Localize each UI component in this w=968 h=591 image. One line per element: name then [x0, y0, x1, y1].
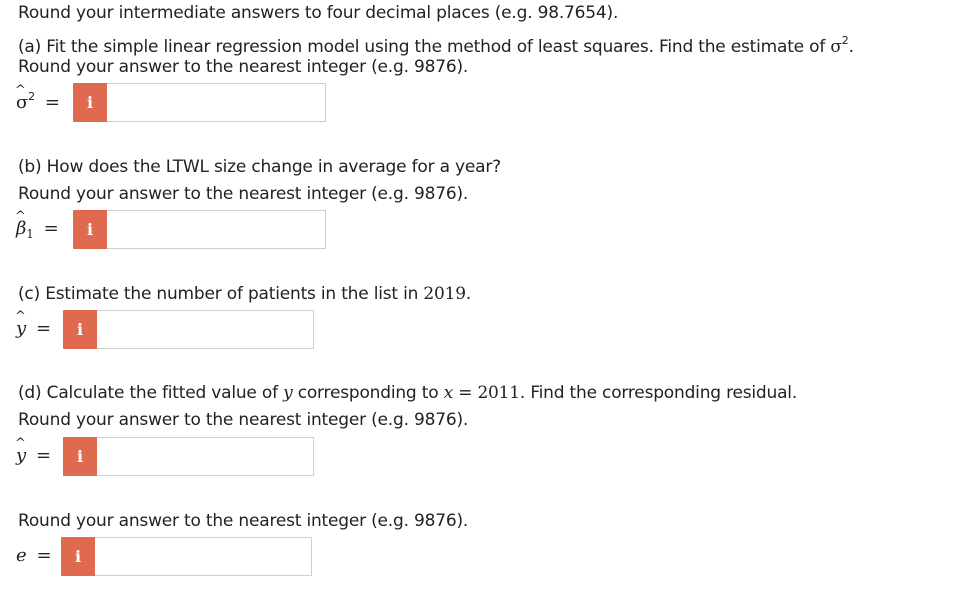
part-c-prompt-text: (c) Estimate the number of patients in t…: [18, 284, 424, 304]
part-d-equals: =: [35, 445, 51, 466]
part-b-answer-input[interactable]: [107, 210, 326, 249]
part-b-info-button[interactable]: i: [73, 210, 107, 249]
part-b-beta-subscript: 1: [26, 227, 34, 241]
part-a-sigma: σ: [830, 37, 842, 57]
part-d-prompt-text-2: corresponding to: [292, 383, 444, 403]
part-d-prompt: (d) Calculate the fitted value of y corr…: [18, 382, 797, 404]
part-d-symbol: ^ y =: [15, 436, 51, 466]
part-e-equals: =: [36, 545, 52, 566]
part-a-prompt-end: .: [848, 37, 854, 57]
part-a-answer-input[interactable]: [107, 83, 326, 122]
part-a-sigma-exponent: 2: [841, 34, 849, 47]
part-c-answer-input[interactable]: [97, 310, 314, 349]
part-a-round-note: Round your answer to the nearest integer…: [18, 57, 469, 77]
part-d-var-x: x: [443, 383, 454, 403]
part-d-x-value: 2011: [477, 383, 520, 403]
part-d-var-y: y: [283, 383, 293, 403]
part-e-round-note: Round your answer to the nearest integer…: [18, 511, 469, 531]
part-e-e-symbol: e: [16, 545, 27, 566]
part-c-info-button[interactable]: i: [63, 310, 97, 349]
part-e-info-button[interactable]: i: [61, 537, 95, 576]
part-c-year: 2019: [423, 284, 466, 304]
part-a-symbol: ^ σ2 =: [15, 83, 60, 113]
part-b-equals: =: [43, 218, 59, 239]
instructions-text: Round your intermediate answers to four …: [18, 3, 619, 23]
info-icon: i: [87, 93, 93, 112]
part-c-prompt-end: .: [465, 284, 472, 304]
part-d-round-note: Round your answer to the nearest integer…: [18, 410, 469, 430]
part-d-answer-input[interactable]: [97, 437, 314, 476]
part-b-symbol: ^ β1 =: [15, 209, 59, 241]
part-b-round-note: Round your answer to the nearest integer…: [18, 184, 469, 204]
part-d-eq-sign: =: [452, 383, 478, 403]
info-icon: i: [77, 320, 83, 339]
part-d-prompt-text-1: (d) Calculate the fitted value of: [18, 383, 284, 403]
part-c-prompt: (c) Estimate the number of patients in t…: [18, 283, 471, 305]
part-a-info-button[interactable]: i: [73, 83, 107, 122]
part-e-symbol: e =: [16, 545, 52, 566]
part-a-equals: =: [44, 92, 60, 113]
part-a-prompt-text: (a) Fit the simple linear regression mod…: [18, 37, 831, 57]
part-c-equals: =: [35, 318, 51, 339]
info-icon: i: [77, 447, 83, 466]
part-e-answer-input[interactable]: [95, 537, 312, 576]
part-d-prompt-text-3: . Find the corresponding residual.: [519, 383, 798, 403]
part-b-prompt: (b) How does the LTWL size change in ave…: [18, 157, 501, 177]
part-c-symbol: ^ y =: [15, 309, 51, 339]
part-d-info-button[interactable]: i: [63, 437, 97, 476]
info-icon: i: [87, 220, 93, 239]
part-a-prompt: (a) Fit the simple linear regression mod…: [18, 30, 854, 58]
info-icon: i: [75, 547, 81, 566]
part-a-symbol-exponent: 2: [28, 90, 35, 103]
